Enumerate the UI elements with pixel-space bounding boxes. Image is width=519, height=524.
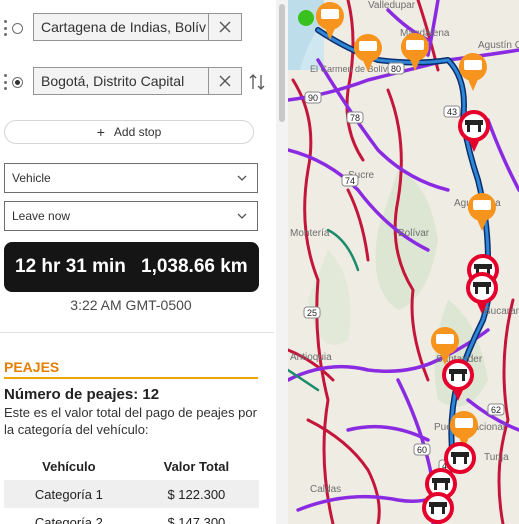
- route-distance: 1,038.66 km: [141, 256, 248, 277]
- origin-marker[interactable]: [298, 10, 314, 26]
- svg-text:60: 60: [417, 445, 427, 455]
- road-shield: 25: [303, 306, 321, 319]
- table-row: Categoría 1 $ 122.300: [4, 480, 259, 508]
- chevron-down-icon: [237, 175, 247, 181]
- tolls-section-title: PEAJES: [4, 359, 60, 375]
- map-label: Bucaramanga: [484, 306, 519, 317]
- scrollbar-thumb[interactable]: [279, 4, 285, 122]
- table-cell-total: $ 122.300: [133, 480, 259, 508]
- stop-origin-clear-button[interactable]: [209, 13, 242, 41]
- panel-scrollbar[interactable]: [276, 0, 288, 524]
- travel-mode-select[interactable]: Vehicle: [4, 163, 258, 193]
- route-duration: 12 hr 31 min: [15, 256, 126, 277]
- table-cell-vehicle: Categoría 1: [4, 480, 134, 508]
- map-label: Valledupar: [368, 0, 416, 11]
- travel-mode-value: Vehicle: [12, 171, 51, 185]
- route-summary: 12 hr 31 min 1,038.66 km: [4, 242, 259, 292]
- table-cell-total: $ 147.300: [167, 514, 226, 524]
- stop-destination-input[interactable]: Bogotá, Distrito Capital: [33, 67, 209, 95]
- departure-time-value: Leave now: [12, 209, 71, 223]
- stop-destination-clear-button[interactable]: [209, 67, 242, 95]
- toll-description: Este es el valor total del pago de peaje…: [4, 405, 257, 437]
- road-shield: 74: [341, 174, 359, 187]
- svg-text:43: 43: [447, 107, 457, 117]
- svg-text:78: 78: [350, 113, 360, 123]
- map-label: Montería: [290, 228, 330, 239]
- toll-marker[interactable]: [422, 492, 454, 524]
- svg-text:62: 62: [491, 405, 501, 415]
- table-row: Categoría 2 $ 147.300: [4, 508, 259, 524]
- map-view[interactable]: Valledupar Magdalena Agustín Codazzi El …: [288, 0, 519, 524]
- road-shield: 80: [387, 62, 405, 75]
- toll-count: Número de peajes: 12: [4, 386, 160, 403]
- toll-marker[interactable]: [444, 442, 476, 474]
- plus-icon: +: [96, 124, 105, 140]
- drag-handle-icon[interactable]: [2, 20, 8, 36]
- departure-time-select[interactable]: Leave now: [4, 201, 258, 231]
- tolls-title-underline: [4, 377, 258, 379]
- divider: [0, 332, 274, 333]
- map-label: Caldas: [310, 484, 341, 495]
- svg-text:25: 25: [307, 308, 317, 318]
- close-icon: [219, 75, 231, 87]
- add-stop-button[interactable]: + Add stop: [4, 120, 254, 144]
- stop-origin-input[interactable]: Cartagena de Indias, Bolív: [33, 13, 209, 41]
- road-shield: 60: [413, 443, 431, 456]
- table-header-total: Valor Total: [163, 458, 230, 474]
- map-label: Antioquia: [290, 352, 332, 363]
- map-label: Tunja: [484, 452, 509, 463]
- map-label: Bolívar: [398, 228, 430, 239]
- svg-text:74: 74: [345, 176, 355, 186]
- toll-table: Vehículo Valor Total Categoría 1 $ 122.3…: [4, 452, 259, 524]
- close-icon: [219, 21, 231, 33]
- svg-text:80: 80: [391, 64, 401, 74]
- table-cell-vehicle: Categoría 2: [34, 514, 103, 524]
- directions-panel: Cartagena de Indias, Bolív Bogotá, Distr…: [0, 0, 276, 524]
- chevron-down-icon: [237, 213, 247, 219]
- drag-handle-icon[interactable]: [2, 74, 8, 90]
- table-header-row: Vehículo Valor Total: [4, 452, 259, 480]
- map-canvas[interactable]: Valledupar Magdalena Agustín Codazzi El …: [288, 0, 519, 524]
- arrival-time: 3:22 AM GMT-0500: [70, 297, 192, 313]
- stop-destination-radio[interactable]: [12, 76, 23, 88]
- map-label: Agustín Codazzi: [478, 40, 519, 51]
- road-shield: 62: [487, 403, 505, 416]
- stop-row-origin: [0, 12, 23, 44]
- stop-origin-radio[interactable]: [12, 22, 23, 34]
- stop-row-destination: [0, 66, 23, 98]
- table-header-vehicle: Vehículo: [42, 458, 96, 474]
- map-label: El Carmen de Bolívar: [310, 64, 396, 74]
- add-stop-label: Add stop: [113, 125, 162, 139]
- swap-stops-icon[interactable]: [248, 73, 266, 91]
- road-shield: 43: [443, 105, 461, 118]
- road-shield: 90: [304, 91, 322, 104]
- road-shield: 78: [346, 111, 364, 124]
- svg-text:90: 90: [308, 93, 318, 103]
